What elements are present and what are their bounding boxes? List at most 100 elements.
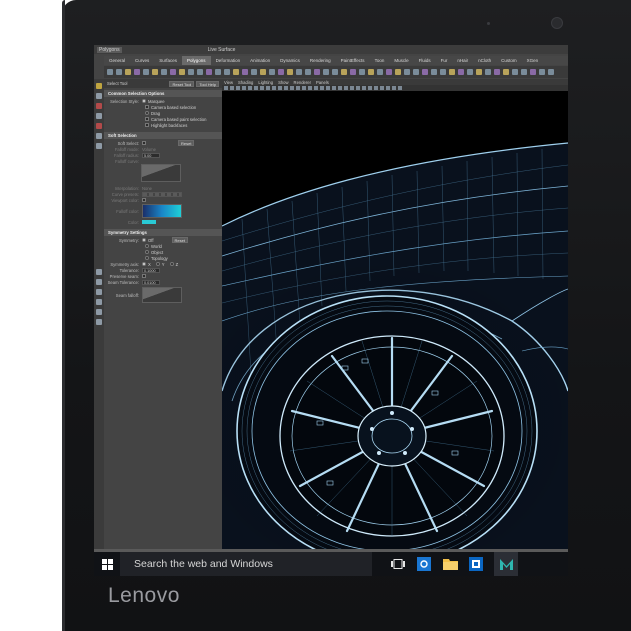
shelf-tool-icon[interactable]	[449, 69, 455, 75]
outliner-icon[interactable]	[96, 309, 102, 315]
highlight-backfaces-checkbox[interactable]	[145, 123, 149, 127]
tab-rendering[interactable]: Rendering	[305, 56, 336, 65]
symmetry-reset-button[interactable]: Reset	[171, 237, 188, 243]
shelf-tool-icon[interactable]	[260, 69, 266, 75]
shelf-tool-icon[interactable]	[143, 69, 149, 75]
common-selection-section[interactable]: Common Selection Options	[104, 90, 222, 97]
shelf-tool-icon[interactable]	[476, 69, 482, 75]
viewport-tool-icon[interactable]	[296, 86, 300, 90]
axis-x-radio[interactable]	[142, 262, 146, 266]
3d-viewport[interactable]: View Shading Lighting Show Renderer Pane…	[222, 79, 568, 549]
lasso-tool-icon[interactable]	[96, 93, 102, 99]
shelf-tool-icon[interactable]	[539, 69, 545, 75]
search-box[interactable]: Search the web and Windows	[120, 552, 372, 576]
shelf-tool-icon[interactable]	[386, 69, 392, 75]
soft-selection-section[interactable]: Soft Selection	[104, 132, 222, 139]
viewport-menu-shading[interactable]: Shading	[238, 80, 253, 85]
soft-select-checkbox[interactable]	[142, 141, 146, 145]
shelf-tool-icon[interactable]	[305, 69, 311, 75]
shelf-tool-icon[interactable]	[134, 69, 140, 75]
task-view-icon[interactable]	[390, 556, 406, 572]
tab-nhair[interactable]: nHair	[452, 56, 473, 65]
shelf-tool-icon[interactable]	[161, 69, 167, 75]
camera-based-selection-checkbox[interactable]	[145, 105, 149, 109]
viewport-tool-icon[interactable]	[230, 86, 234, 90]
shelf-tool-icon[interactable]	[530, 69, 536, 75]
shelf-tool-icon[interactable]	[287, 69, 293, 75]
tab-fluids[interactable]: Fluids	[414, 56, 436, 65]
shelf-tool-icon[interactable]	[179, 69, 185, 75]
soft-reset-button[interactable]: Reset	[178, 140, 195, 146]
falloff-curve-graph[interactable]	[141, 164, 181, 182]
shelf-tool-icon[interactable]	[107, 69, 113, 75]
shelf-tool-icon[interactable]	[431, 69, 437, 75]
tab-curves[interactable]: Curves	[130, 56, 154, 65]
tab-animation[interactable]: Animation	[245, 56, 275, 65]
viewport-menu-renderer[interactable]: Renderer	[294, 80, 311, 85]
shelf-tool-icon[interactable]	[188, 69, 194, 75]
shelf-tool-icon[interactable]	[494, 69, 500, 75]
reset-tool-button[interactable]: Reset Tool	[169, 80, 195, 87]
shelf-tool-icon[interactable]	[395, 69, 401, 75]
viewport-tool-icon[interactable]	[278, 86, 282, 90]
viewport-tool-icon[interactable]	[260, 86, 264, 90]
shelf-tool-icon[interactable]	[467, 69, 473, 75]
viewport-menu-view[interactable]: View	[224, 80, 233, 85]
move-tool-icon[interactable]	[96, 113, 102, 119]
start-button[interactable]	[94, 552, 120, 576]
axis-z-radio[interactable]	[169, 262, 174, 266]
tab-custom[interactable]: Custom	[496, 56, 522, 65]
curve-presets-buttons[interactable]	[142, 191, 182, 197]
symmetry-object-radio[interactable]	[145, 250, 149, 254]
viewport-tool-icon[interactable]	[266, 86, 270, 90]
shelf-tool-icon[interactable]	[233, 69, 239, 75]
tab-dynamics[interactable]: Dynamics	[275, 56, 305, 65]
viewport-tool-icon[interactable]	[350, 86, 354, 90]
symmetry-off-radio[interactable]	[142, 238, 146, 242]
viewport-tool-icon[interactable]	[332, 86, 336, 90]
shelf-tool-icon[interactable]	[368, 69, 374, 75]
shelf-tool-icon[interactable]	[269, 69, 275, 75]
shelf-tool-icon[interactable]	[125, 69, 131, 75]
interpolation-value[interactable]: None	[142, 186, 152, 191]
shelf-tool-icon[interactable]	[422, 69, 428, 75]
viewport-tool-icon[interactable]	[344, 86, 348, 90]
viewport-tool-icon[interactable]	[242, 86, 246, 90]
viewport-tool-icon[interactable]	[362, 86, 366, 90]
drag-radio[interactable]	[145, 111, 149, 115]
live-surface-label[interactable]: Live Surface	[208, 47, 236, 53]
viewport-color-checkbox[interactable]	[142, 198, 146, 202]
viewport-tool-icon[interactable]	[368, 86, 372, 90]
shelf-tool-icon[interactable]	[152, 69, 158, 75]
layout-stack-icon[interactable]	[96, 299, 102, 305]
viewport-tool-icon[interactable]	[302, 86, 306, 90]
tab-polygons[interactable]: Polygons	[182, 56, 211, 65]
tolerance-field[interactable]: 0.1000	[142, 267, 160, 273]
shelf-tool-icon[interactable]	[341, 69, 347, 75]
layout-side-icon[interactable]	[96, 289, 102, 295]
viewport-menu-show[interactable]: Show	[278, 80, 288, 85]
viewport-tool-icon[interactable]	[236, 86, 240, 90]
maya-icon[interactable]	[494, 552, 518, 576]
rotate-tool-icon[interactable]	[96, 123, 102, 129]
edge-icon[interactable]	[416, 556, 432, 572]
tab-general[interactable]: General	[104, 56, 130, 65]
graph-editor-icon[interactable]	[96, 319, 102, 325]
shelf-tool-icon[interactable]	[512, 69, 518, 75]
seam-falloff-graph[interactable]	[142, 287, 182, 303]
shelf-tool-icon[interactable]	[521, 69, 527, 75]
shelf-tool-icon[interactable]	[323, 69, 329, 75]
file-explorer-icon[interactable]	[442, 556, 458, 572]
tab-fur[interactable]: Fur	[436, 56, 453, 65]
falloff-color-ramp[interactable]	[142, 204, 182, 218]
viewport-menu-lighting[interactable]: Lighting	[258, 80, 273, 85]
shelf-tool-icon[interactable]	[170, 69, 176, 75]
axis-y-radio[interactable]	[155, 262, 160, 266]
marquee-radio[interactable]	[142, 99, 146, 103]
viewport-tool-icon[interactable]	[272, 86, 276, 90]
shelf-tool-icon[interactable]	[458, 69, 464, 75]
shelf-tool-icon[interactable]	[296, 69, 302, 75]
viewport-tool-icon[interactable]	[374, 86, 378, 90]
preserve-seam-checkbox[interactable]	[142, 274, 146, 278]
shelf-tool-icon[interactable]	[197, 69, 203, 75]
